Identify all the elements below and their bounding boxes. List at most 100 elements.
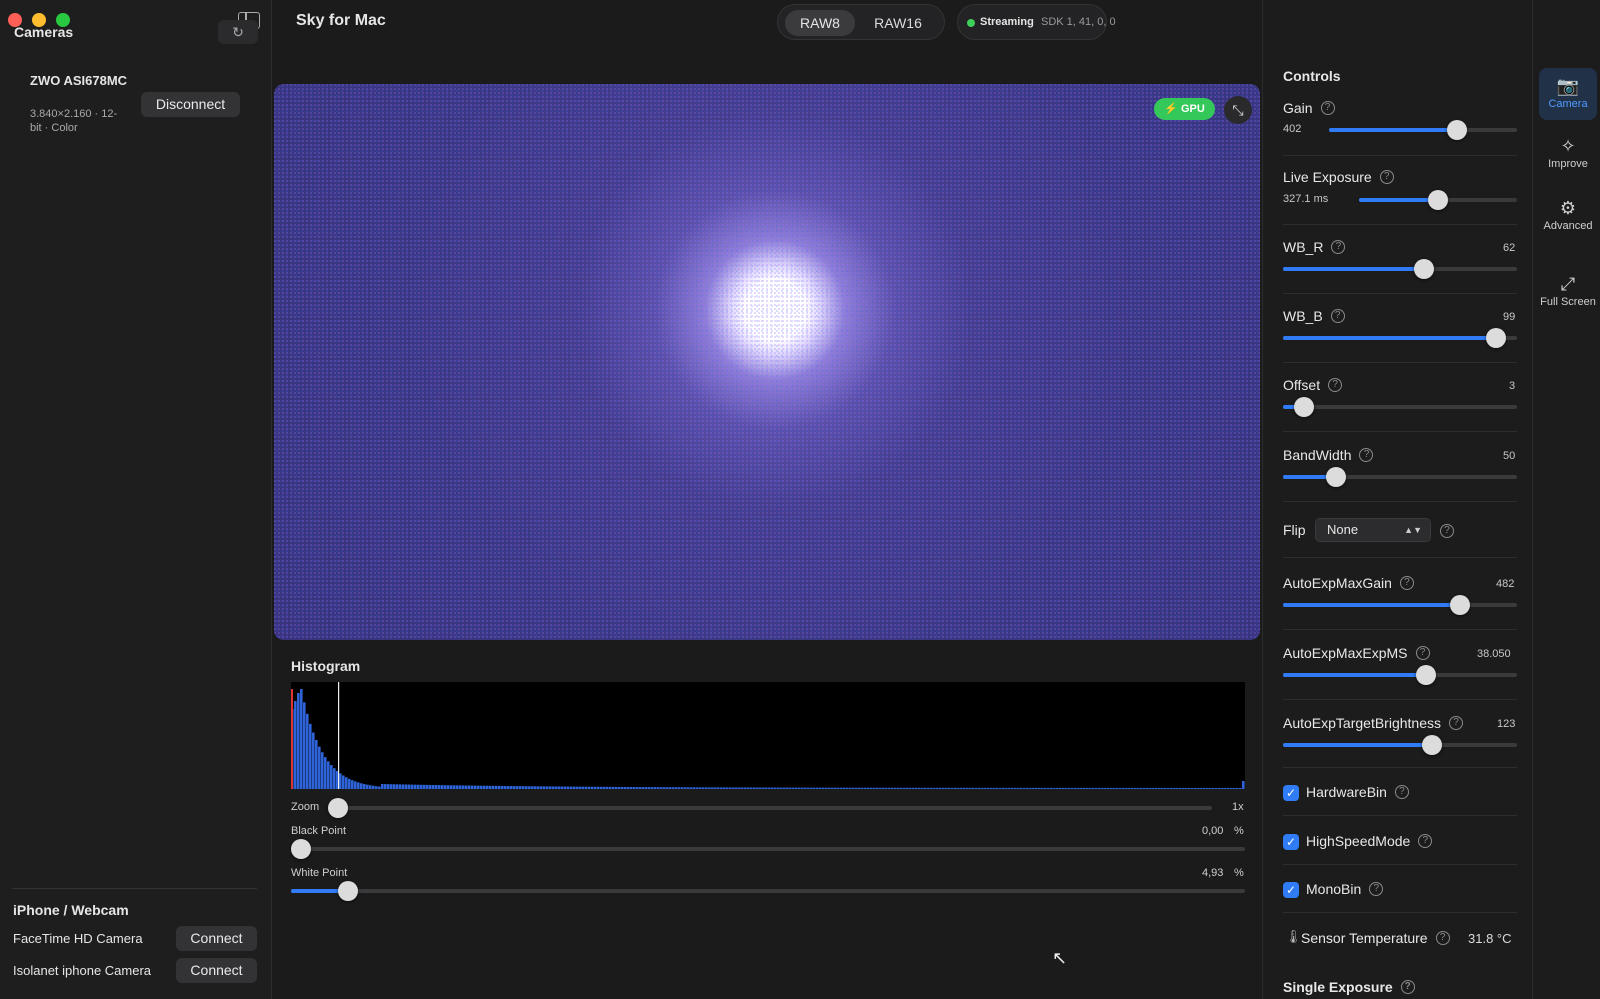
rail-item-camera[interactable]: 📷 Camera: [1539, 68, 1597, 120]
histogram-bar: [1038, 787, 1041, 789]
histogram-bar: [630, 786, 633, 789]
histogram-bar: [597, 786, 600, 789]
histogram-bar: [381, 784, 384, 789]
flip-select[interactable]: None ▲▼: [1315, 518, 1431, 542]
histogram-bar: [951, 787, 954, 789]
mono-bin-label: MonoBin?: [1306, 881, 1384, 897]
disconnect-button[interactable]: Disconnect: [141, 92, 240, 117]
wb-r-thumb[interactable]: [1414, 259, 1434, 279]
connect-button[interactable]: Connect: [176, 926, 257, 951]
bandwidth-thumb[interactable]: [1326, 467, 1346, 487]
histogram-bar: [579, 786, 582, 789]
histogram-bar: [588, 786, 591, 789]
histogram-bar: [837, 787, 840, 789]
wb-b-slider[interactable]: [1283, 328, 1517, 348]
histogram-bar: [1152, 787, 1155, 789]
histogram-bar: [1026, 787, 1029, 789]
histogram-bar: [831, 787, 834, 789]
help-icon[interactable]: ?: [1400, 980, 1415, 994]
live-exposure-slider[interactable]: [1359, 190, 1517, 210]
histogram-bar: [612, 786, 615, 789]
histogram-bar: [447, 785, 450, 789]
histogram-bar: [318, 746, 321, 789]
rail-item-improve[interactable]: ✧ Improve: [1539, 128, 1597, 180]
histogram-bar: [600, 786, 603, 789]
gain-value: 402: [1283, 123, 1302, 135]
help-icon[interactable]: ?: [1320, 101, 1335, 115]
histogram-bar: [792, 787, 795, 789]
thermometer-icon: 🌡: [1285, 929, 1302, 944]
histogram-bar: [543, 786, 546, 789]
histogram-bar: [894, 787, 897, 789]
ae-max-exp-thumb[interactable]: [1416, 665, 1436, 685]
histogram-bar: [633, 787, 636, 789]
histogram-bar: [1227, 787, 1230, 789]
ae-max-exp-slider[interactable]: [1283, 665, 1517, 685]
histogram-bar: [1140, 787, 1143, 789]
collapse-icon[interactable]: ⤡: [1224, 96, 1252, 124]
histogram-bar: [531, 786, 534, 789]
help-icon[interactable]: ?: [1369, 882, 1384, 896]
zoom-slider-thumb[interactable]: [328, 798, 348, 818]
wb-b-thumb[interactable]: [1486, 328, 1506, 348]
histogram-bar: [1059, 787, 1062, 789]
help-icon[interactable]: ?: [1330, 309, 1345, 323]
gain-slider[interactable]: [1329, 120, 1517, 140]
white-point-slider[interactable]: [291, 881, 1245, 901]
ae-max-gain-thumb[interactable]: [1450, 595, 1470, 615]
hardware-bin-checkbox[interactable]: ✓: [1283, 785, 1299, 801]
tab-raw16[interactable]: RAW16: [860, 10, 936, 36]
refresh-icon[interactable]: ↻: [218, 20, 258, 44]
help-icon[interactable]: ?: [1440, 524, 1454, 538]
wb-r-value: 62: [1503, 242, 1516, 254]
histogram-bar: [879, 787, 882, 789]
rail-item-full-screen[interactable]: ⤢ Full Screen: [1535, 266, 1600, 318]
histogram-bar: [741, 787, 744, 789]
wb-r-slider[interactable]: [1283, 259, 1517, 279]
high-speed-checkbox[interactable]: ✓: [1283, 834, 1299, 850]
connect-button[interactable]: Connect: [176, 958, 257, 983]
help-icon[interactable]: ?: [1394, 785, 1409, 799]
histogram-bar: [309, 723, 312, 789]
histogram-bar: [954, 787, 957, 789]
help-icon[interactable]: ?: [1379, 170, 1394, 184]
help-icon[interactable]: ?: [1418, 834, 1433, 848]
mono-bin-checkbox[interactable]: ✓: [1283, 882, 1299, 898]
help-icon[interactable]: ?: [1399, 576, 1414, 590]
histogram-bar: [1005, 787, 1008, 789]
offset-thumb[interactable]: [1294, 397, 1314, 417]
histogram-bar: [1101, 787, 1104, 789]
histogram-bar: [423, 784, 426, 789]
histogram-bar: [846, 787, 849, 789]
webcam-name: FaceTime HD Camera: [13, 931, 143, 946]
histogram-bar: [390, 784, 393, 789]
help-icon[interactable]: ?: [1415, 646, 1430, 660]
help-icon[interactable]: ?: [1448, 716, 1463, 730]
sensor-temp-value: 31.8 °C: [1468, 931, 1512, 946]
ae-target-slider[interactable]: [1283, 735, 1517, 755]
gain-slider-thumb[interactable]: [1447, 120, 1467, 140]
white-point-unit: %: [1234, 867, 1244, 879]
help-icon[interactable]: ?: [1328, 378, 1343, 392]
rail-item-advanced[interactable]: ⚙ Advanced: [1539, 190, 1597, 242]
histogram-bar: [321, 752, 324, 789]
histogram-bar: [432, 784, 435, 789]
bandwidth-value: 50: [1503, 450, 1516, 462]
histogram-bar: [912, 787, 915, 789]
help-icon[interactable]: ?: [1359, 448, 1374, 462]
black-point-thumb[interactable]: [291, 839, 311, 859]
black-point-slider[interactable]: [291, 839, 1245, 859]
help-icon[interactable]: ?: [1435, 931, 1450, 945]
tab-raw8[interactable]: RAW8: [785, 10, 855, 36]
ae-target-thumb[interactable]: [1422, 735, 1442, 755]
live-exposure-thumb[interactable]: [1428, 190, 1448, 210]
ae-max-gain-slider[interactable]: [1283, 595, 1517, 615]
zoom-slider[interactable]: [328, 798, 1212, 818]
bandwidth-slider[interactable]: [1283, 467, 1517, 487]
white-point-thumb[interactable]: [338, 881, 358, 901]
camera-preview[interactable]: ⚡ GPU ⤡: [274, 84, 1260, 640]
histogram-bar: [558, 786, 561, 789]
help-icon[interactable]: ?: [1331, 240, 1346, 254]
status-label: Streaming: [980, 16, 1034, 28]
offset-slider[interactable]: [1283, 397, 1517, 417]
